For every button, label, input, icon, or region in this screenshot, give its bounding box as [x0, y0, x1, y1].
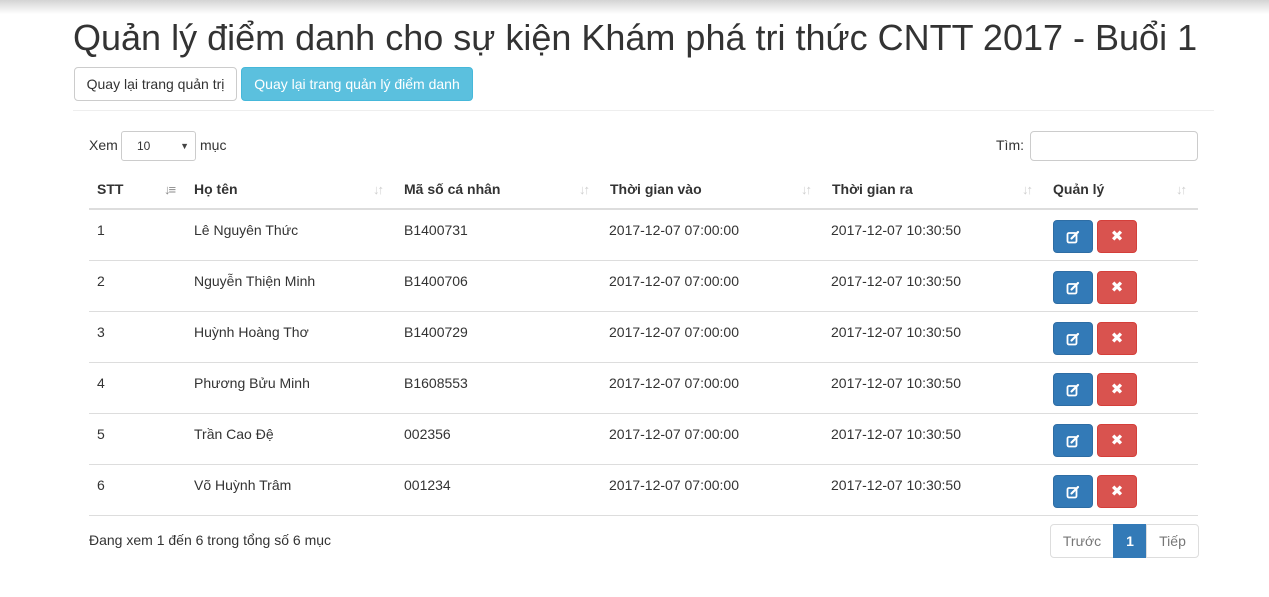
edit-icon	[1066, 281, 1080, 295]
cell-stt: 5	[97, 426, 105, 442]
delete-icon: ✖	[1110, 483, 1124, 500]
cell-stt: 1	[97, 222, 105, 238]
search-input[interactable]	[1030, 131, 1198, 161]
delete-icon: ✖	[1110, 228, 1124, 245]
sort-icon[interactable]: ↓↑	[1176, 171, 1187, 208]
table-row: 5 Trần Cao Đệ 002356 2017-12-07 07:00:00 201…	[89, 414, 1198, 465]
column-header-actions[interactable]: Quản lý	[1053, 171, 1104, 208]
edit-icon	[1066, 434, 1080, 448]
search-label: Tìm:	[996, 137, 1024, 153]
edit-button[interactable]	[1053, 475, 1093, 508]
caret-down-icon: ▼	[180, 141, 189, 151]
edit-button[interactable]	[1053, 271, 1093, 304]
cell-name: Nguyễn Thiện Minh	[194, 273, 316, 289]
sort-icon[interactable]: ↓↑	[801, 171, 812, 208]
cell-time-out: 2017-12-07 10:30:50	[831, 375, 961, 391]
delete-button[interactable]: ✖	[1097, 475, 1137, 508]
delete-button[interactable]: ✖	[1097, 220, 1137, 253]
column-header-id[interactable]: Mã số cá nhân	[404, 171, 500, 208]
cell-time-in: 2017-12-07 07:00:00	[609, 375, 739, 391]
edit-button[interactable]	[1053, 322, 1093, 355]
column-header-name[interactable]: Họ tên	[194, 171, 238, 208]
cell-time-out: 2017-12-07 10:30:50	[831, 324, 961, 340]
cell-name: Lê Nguyên Thức	[194, 222, 299, 238]
table-row: 2 Nguyễn Thiện Minh B1400706 2017-12-07 07:…	[89, 261, 1198, 312]
back-to-admin-button[interactable]: Quay lại trang quản trị	[74, 67, 237, 101]
sort-icon[interactable]: ↓↑	[373, 171, 384, 208]
length-label-before: Xem	[89, 137, 118, 153]
cell-time-in: 2017-12-07 07:00:00	[609, 324, 739, 340]
cell-time-out: 2017-12-07 10:30:50	[831, 477, 961, 493]
page-title: Quản lý điểm danh cho sự kiện Khám phá t…	[73, 17, 1198, 58]
pagination-previous[interactable]: Trước	[1050, 524, 1114, 558]
table-row: 3 Huỳnh Hoàng Thơ B1400729 2017-12-07 07:00…	[89, 312, 1198, 363]
table-info: Đang xem 1 đến 6 trong tổng số 6 mục	[89, 532, 332, 548]
cell-time-in: 2017-12-07 07:00:00	[609, 222, 739, 238]
table-row: 6 Võ Huỳnh Trâm 001234 2017-12-07 07:00:00 2…	[89, 465, 1198, 516]
cell-time-in: 2017-12-07 07:00:00	[609, 426, 739, 442]
cell-id: B1400731	[404, 222, 468, 238]
table-header: STT ↓≡ Họ tên ↓↑ Mã số cá nhân ↓↑ Thời g…	[89, 171, 1198, 210]
cell-stt: 2	[97, 273, 105, 289]
delete-button[interactable]: ✖	[1097, 424, 1137, 457]
cell-id: 001234	[404, 477, 451, 493]
cell-time-out: 2017-12-07 10:30:50	[831, 426, 961, 442]
back-to-attendance-button[interactable]: Quay lại trang quản lý điểm danh	[241, 67, 473, 101]
cell-stt: 4	[97, 375, 105, 391]
edit-icon	[1066, 332, 1080, 346]
page-length-value: 10	[137, 139, 151, 153]
delete-icon: ✖	[1110, 330, 1124, 347]
cell-time-out: 2017-12-07 10:30:50	[831, 273, 961, 289]
delete-icon: ✖	[1110, 432, 1124, 449]
column-header-stt[interactable]: STT	[97, 171, 123, 208]
cell-name: Phương Bửu Minh	[194, 375, 310, 391]
cell-id: 002356	[404, 426, 451, 442]
edit-button[interactable]	[1053, 373, 1093, 406]
sort-ascending-icon[interactable]: ↓≡	[164, 171, 176, 208]
pagination-page-1[interactable]: 1	[1113, 524, 1147, 558]
edit-button[interactable]	[1053, 424, 1093, 457]
delete-button[interactable]: ✖	[1097, 271, 1137, 304]
cell-id: B1400729	[404, 324, 468, 340]
cell-time-in: 2017-12-07 07:00:00	[609, 273, 739, 289]
cell-time-in: 2017-12-07 07:00:00	[609, 477, 739, 493]
edit-icon	[1066, 230, 1080, 244]
table-row: 4 Phương Bửu Minh B1608553 2017-12-07 07:00…	[89, 363, 1198, 414]
edit-icon	[1066, 485, 1080, 499]
cell-time-out: 2017-12-07 10:30:50	[831, 222, 961, 238]
cell-name: Huỳnh Hoàng Thơ	[194, 324, 309, 340]
delete-icon: ✖	[1110, 279, 1124, 296]
top-shadow	[0, 0, 1269, 14]
divider	[73, 110, 1214, 111]
table-row: 1 Lê Nguyên Thức B1400731 2017-12-07 07:00:…	[89, 210, 1198, 261]
cell-id: B1400706	[404, 273, 468, 289]
cell-name: Trần Cao Đệ	[194, 426, 274, 442]
delete-button[interactable]: ✖	[1097, 373, 1137, 406]
cell-stt: 3	[97, 324, 105, 340]
cell-name: Võ Huỳnh Trâm	[194, 477, 292, 493]
edit-icon	[1066, 383, 1080, 397]
sort-icon[interactable]: ↓↑	[579, 171, 590, 208]
column-header-time-in[interactable]: Thời gian vào	[610, 171, 702, 208]
page-length-select[interactable]: 10 ▼	[121, 131, 196, 161]
cell-id: B1608553	[404, 375, 468, 391]
edit-button[interactable]	[1053, 220, 1093, 253]
delete-icon: ✖	[1110, 381, 1124, 398]
cell-stt: 6	[97, 477, 105, 493]
pagination-next[interactable]: Tiếp	[1146, 524, 1199, 558]
column-header-time-out[interactable]: Thời gian ra	[832, 171, 913, 208]
length-label-after: mục	[200, 137, 227, 153]
delete-button[interactable]: ✖	[1097, 322, 1137, 355]
sort-icon[interactable]: ↓↑	[1022, 171, 1033, 208]
